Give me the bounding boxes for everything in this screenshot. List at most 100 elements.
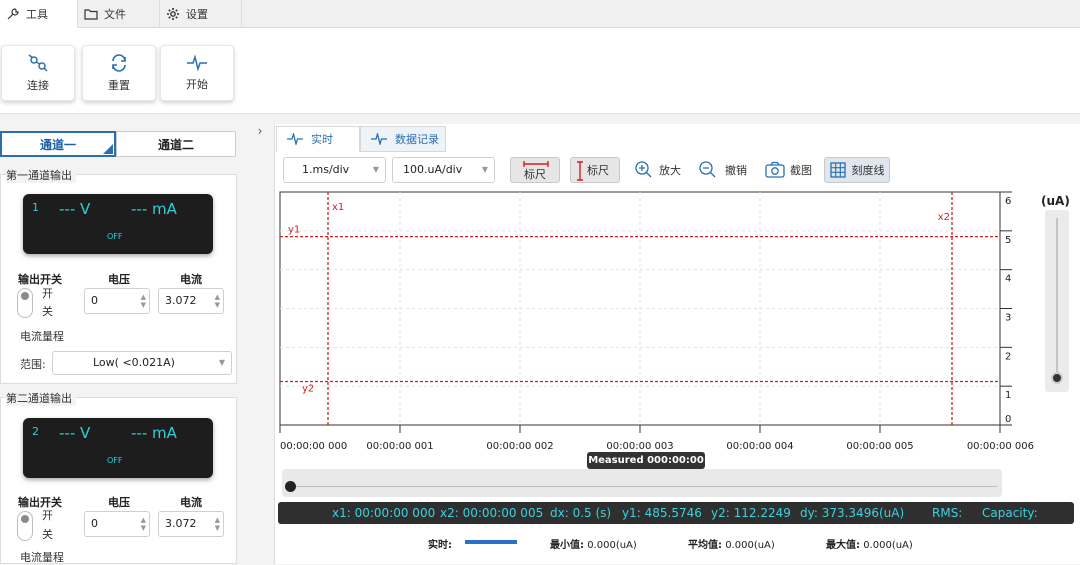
timeline-scrollbar[interactable] <box>282 469 1002 497</box>
channel-2-voltage-input[interactable]: 0 ▲ ▼ <box>84 511 150 537</box>
channel-2-output-toggle[interactable] <box>17 511 33 541</box>
x-tick-label: 00:00:00 005 <box>846 441 913 452</box>
connect-button[interactable]: 连接 <box>1 45 75 101</box>
x-tick-label: 00:00:00 002 <box>486 441 553 452</box>
tab-settings[interactable]: 设置 <box>160 0 242 28</box>
pulse-icon <box>287 133 303 145</box>
y-scale-slider[interactable] <box>1045 210 1069 392</box>
channel-2-switch-on-label: 开 <box>42 509 53 522</box>
channel-2-display: 2 --- V --- mA OFF <box>23 418 213 478</box>
status-dx: dx: 0.5 (s) <box>550 506 612 520</box>
start-label: 开始 <box>186 78 208 91</box>
channel-1-current-input[interactable]: 3.072 ▲ ▼ <box>158 288 224 314</box>
status-x1: x1: 00:00:00 000 <box>332 506 436 520</box>
stepper-arrows-icon[interactable]: ▲ ▼ <box>141 516 146 532</box>
tab-data-log[interactable]: 数据记录 <box>360 126 446 152</box>
reset-button[interactable]: 重置 <box>82 45 156 101</box>
cursor-y2-label: y2 <box>302 384 314 395</box>
toggle-knob <box>21 515 29 523</box>
y-tick-label: 5 <box>1005 235 1011 246</box>
y-tick-label: 3 <box>1005 313 1011 324</box>
legend-min: 最小值: 0.000(uA) <box>550 536 637 551</box>
tab-file-label: 文件 <box>104 8 126 21</box>
tab-channel-2[interactable]: 通道二 <box>116 131 236 157</box>
tab-data-log-label: 数据记录 <box>395 133 439 146</box>
grid-icon <box>829 162 846 178</box>
screenshot-label: 截图 <box>790 164 812 177</box>
y-scale-slider-knob[interactable] <box>1051 372 1063 384</box>
horizontal-ruler-button[interactable]: 标尺 <box>510 157 560 183</box>
legend-avg-label: 平均值: <box>688 540 722 551</box>
timeline-knob[interactable] <box>285 481 296 492</box>
stepper-arrows-icon[interactable]: ▲ ▼ <box>215 516 220 532</box>
channel-1-output-toggle[interactable] <box>17 288 33 318</box>
channel-1-range-value: Low( <0.021A) <box>93 356 175 369</box>
y-tick-label: 6 <box>1005 196 1011 207</box>
stepper-arrows-icon[interactable]: ▲ ▼ <box>141 293 146 309</box>
time-division-select[interactable]: 1.ms/div ▼ <box>283 157 386 183</box>
x-tick-label: 00:00:00 001 <box>366 441 433 452</box>
gear-icon <box>167 8 179 20</box>
channel-1-current-value: 3.072 <box>165 294 197 307</box>
channel-2-voltage-value: 0 <box>91 517 98 530</box>
current-division-select[interactable]: 100.uA/div ▼ <box>392 157 495 183</box>
tab-tools[interactable]: 工具 <box>0 0 78 28</box>
channel-1-voltage-input[interactable]: 0 ▲ ▼ <box>84 288 150 314</box>
horizontal-ruler-icon <box>523 161 549 167</box>
channel-2-current-input[interactable]: 3.072 ▲ ▼ <box>158 511 224 537</box>
tab-realtime-label: 实时 <box>311 133 333 146</box>
channel-2-switch-off-label: 关 <box>42 528 53 541</box>
top-tab-bar: 工具 文件 设置 <box>0 0 1080 28</box>
channel-1-display: 1 --- V --- mA OFF <box>23 194 213 254</box>
undo-button[interactable]: 撤销 <box>698 158 747 182</box>
channel-2-current-value: 3.072 <box>165 517 197 530</box>
x-tick-label: 00:00:00 000 <box>280 441 347 452</box>
vertical-ruler-button[interactable]: 标尺 <box>570 157 620 183</box>
channel-2-display-current: --- mA <box>131 424 177 442</box>
x-tick-label: 00:00:00 004 <box>726 441 793 452</box>
screenshot-button[interactable]: 截图 <box>765 158 812 182</box>
y-tick-label: 2 <box>1005 351 1011 362</box>
vertical-ruler-icon <box>577 161 583 181</box>
collapse-chevron-icon[interactable]: › <box>252 124 268 142</box>
channel-1-range-select[interactable]: Low( <0.021A) ▼ <box>52 351 232 375</box>
cursor-x2-label: x2 <box>938 212 950 223</box>
refresh-icon <box>112 54 126 72</box>
tab-channel-1[interactable]: 通道一 <box>0 131 116 157</box>
realtime-chart[interactable]: 00:00:00 000 00:00:00 001 00:00:00 002 00:0… <box>276 188 1076 460</box>
channel-1-voltage-label: 电压 <box>108 273 130 286</box>
y-tick-label: 4 <box>1005 274 1011 285</box>
channel-1-voltage-value: 0 <box>91 294 98 307</box>
tab-settings-label: 设置 <box>186 8 208 21</box>
pulse-icon <box>187 54 207 72</box>
timeline-rail <box>292 486 997 487</box>
status-y1: y1: 485.5746 <box>622 506 702 520</box>
channel-2-output-switch-label: 输出开关 <box>18 496 62 509</box>
channel-2-current-label: 电流 <box>180 496 202 509</box>
y-tick-label: 0 <box>1005 414 1011 425</box>
undo-label: 撤销 <box>725 164 747 177</box>
tab-file[interactable]: 文件 <box>78 0 160 28</box>
tab-realtime[interactable]: 实时 <box>276 126 360 152</box>
channel-1-output-switch-label: 输出开关 <box>18 273 62 286</box>
channel-1-group-title: 第一通道输出 <box>6 167 76 183</box>
selected-corner-icon <box>103 144 113 154</box>
chevron-down-icon: ▼ <box>481 165 488 174</box>
cursor-status-bar: x1: 00:00:00 000 x2: 00:00:00 005 dx: 0.… <box>278 502 1074 524</box>
start-button[interactable]: 开始 <box>160 45 234 101</box>
stepper-arrows-icon[interactable]: ▲ ▼ <box>215 293 220 309</box>
channel-2-display-number: 2 <box>32 425 39 438</box>
channel-2-range-title: 电流量程 <box>20 551 64 564</box>
legend-max-value: 0.000(uA) <box>863 540 913 551</box>
chevron-down-icon: ▼ <box>218 358 225 367</box>
status-x2: x2: 00:00:00 005 <box>440 506 544 520</box>
channel-2-voltage-label: 电压 <box>108 496 130 509</box>
zoom-in-button[interactable]: 放大 <box>634 158 681 182</box>
channel-1-display-current: --- mA <box>131 200 177 218</box>
gridlines-toggle-button[interactable]: 刻度线 <box>824 157 890 183</box>
channel-1-display-number: 1 <box>32 201 39 214</box>
channel-1-switch-on-label: 开 <box>42 287 53 300</box>
channel-1-range-label: 范围: <box>20 358 46 371</box>
channel-2-display-voltage: --- V <box>59 424 91 442</box>
time-division-value: 1.ms/div <box>302 163 350 176</box>
